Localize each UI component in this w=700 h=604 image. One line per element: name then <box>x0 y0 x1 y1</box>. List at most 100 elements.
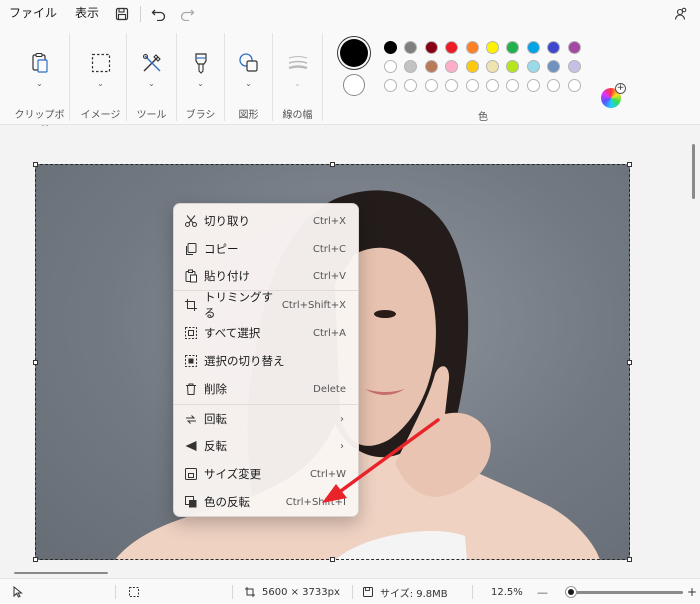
share-settings-icon[interactable] <box>666 0 694 27</box>
color-swatch[interactable] <box>526 41 540 54</box>
color-swatch[interactable] <box>547 60 561 73</box>
color-swatch[interactable] <box>506 41 520 54</box>
color-swatch[interactable] <box>567 41 581 54</box>
chevron-down-icon[interactable]: ⌄ <box>97 79 104 88</box>
line-width-icon[interactable] <box>286 51 310 75</box>
color-swatch[interactable] <box>526 60 540 73</box>
shapes-group[interactable]: ⌄ 図形 <box>225 33 273 121</box>
resize-handle[interactable] <box>33 557 38 562</box>
chevron-down-icon[interactable]: ⌄ <box>148 79 155 88</box>
shortcut-text: Ctrl+C <box>312 243 346 255</box>
crop-icon <box>178 298 204 312</box>
redo-icon[interactable] <box>173 0 201 27</box>
color-swatch[interactable] <box>384 79 397 92</box>
canvas-size-icon <box>245 587 255 597</box>
select-all-icon <box>178 326 204 340</box>
context-menu-item-label: 回転 <box>204 412 227 426</box>
horizontal-scrollbar[interactable] <box>14 572 108 574</box>
color-swatch[interactable] <box>404 41 418 54</box>
image-group[interactable]: ⌄ イメージ <box>75 33 127 121</box>
context-menu-item[interactable]: コピー Ctrl+C <box>178 236 354 262</box>
context-menu-item[interactable]: サイズ変更 Ctrl+W <box>178 461 354 487</box>
clipboard-group[interactable]: ⌄ クリップボード <box>10 33 70 136</box>
context-menu-item[interactable]: トリミングする Ctrl+Shift+X <box>178 290 354 320</box>
color-swatch[interactable] <box>567 79 581 92</box>
vertical-scrollbar[interactable] <box>692 144 695 199</box>
shortcut-text: Ctrl+Shift+X <box>281 299 346 311</box>
line-width-group[interactable]: ⌄ 線の幅 <box>273 33 323 121</box>
context-menu-item[interactable]: 貼り付け Ctrl+V <box>178 263 354 289</box>
zoom-level[interactable]: 12.5% <box>491 579 523 604</box>
tools-group[interactable]: ⌄ ツール <box>127 33 177 121</box>
color-swatch[interactable] <box>567 60 581 73</box>
zoom-in-button[interactable]: + <box>687 579 697 604</box>
undo-icon[interactable] <box>145 0 173 27</box>
color-swatch[interactable] <box>547 41 561 54</box>
zoom-slider[interactable] <box>565 591 683 594</box>
context-menu-item[interactable]: 反転 › <box>178 433 354 459</box>
menu-view[interactable]: 表示 <box>66 0 108 27</box>
line-width-label: 線の幅 <box>282 110 313 121</box>
pointer-icon <box>12 579 24 604</box>
brush-group[interactable]: ⌄ ブラシ <box>177 33 225 121</box>
status-divider <box>472 585 473 599</box>
color-swatch[interactable] <box>465 41 479 54</box>
secondary-color-swatch[interactable] <box>343 74 365 96</box>
tools-label: ツール <box>136 110 167 121</box>
color-swatch[interactable] <box>485 60 499 73</box>
primary-color-swatch[interactable] <box>340 39 368 67</box>
context-menu-item[interactable]: 選択の切り替え <box>178 348 354 374</box>
color-swatch[interactable] <box>445 60 459 73</box>
brush-icon[interactable] <box>189 51 213 75</box>
context-menu-item[interactable]: 削除 Delete <box>178 376 354 402</box>
status-divider <box>115 585 116 599</box>
selection-icon[interactable] <box>89 51 113 75</box>
chevron-down-icon[interactable]: ⌄ <box>245 79 252 88</box>
file-size: サイズ: 9.8MB <box>362 579 448 604</box>
tools-icon[interactable] <box>140 51 164 75</box>
chevron-down-icon[interactable]: ⌄ <box>36 79 43 88</box>
color-swatch[interactable] <box>485 79 499 92</box>
shapes-icon[interactable] <box>237 51 261 75</box>
color-swatch[interactable] <box>506 60 520 73</box>
resize-handle[interactable] <box>627 557 632 562</box>
save-icon[interactable] <box>108 0 136 27</box>
context-menu-item-label: 選択の切り替え <box>204 354 285 368</box>
edit-colors-button[interactable]: + <box>601 83 626 108</box>
color-swatch[interactable] <box>465 79 479 92</box>
context-menu-item[interactable]: 回転 › <box>178 406 354 432</box>
color-swatch[interactable] <box>445 79 459 92</box>
resize-handle[interactable] <box>33 360 38 365</box>
color-swatch[interactable] <box>404 60 418 73</box>
context-menu-item[interactable]: すべて選択 Ctrl+A <box>178 320 354 346</box>
status-divider <box>232 585 233 599</box>
save-icon <box>363 587 373 597</box>
color-swatch[interactable] <box>465 60 479 73</box>
resize-handle[interactable] <box>330 557 335 562</box>
color-swatch[interactable] <box>445 41 459 54</box>
color-swatch[interactable] <box>506 79 520 92</box>
color-swatch[interactable] <box>384 60 397 73</box>
zoom-out-button[interactable]: — <box>537 579 548 604</box>
resize-handle[interactable] <box>33 162 38 167</box>
context-menu-item[interactable]: 切り取り Ctrl+X <box>178 208 354 234</box>
context-menu-item[interactable]: 色の反転 Ctrl+Shift+I <box>178 489 354 515</box>
color-swatch[interactable] <box>424 79 438 92</box>
color-swatch[interactable] <box>424 41 438 54</box>
menu-file[interactable]: ファイル <box>0 0 66 27</box>
color-swatch[interactable] <box>404 79 418 92</box>
context-menu-item-label: コピー <box>204 242 239 256</box>
zoom-slider-thumb[interactable] <box>564 586 577 598</box>
color-swatch[interactable] <box>547 79 561 92</box>
color-swatch[interactable] <box>384 41 397 54</box>
chevron-down-icon[interactable]: ⌄ <box>197 79 204 88</box>
resize-handle[interactable] <box>627 360 632 365</box>
color-swatch[interactable] <box>424 60 438 73</box>
resize-handle[interactable] <box>330 162 335 167</box>
copy-icon <box>178 242 204 256</box>
resize-handle[interactable] <box>627 162 632 167</box>
clipboard-icon[interactable] <box>28 51 52 75</box>
rotate-icon <box>178 412 204 426</box>
color-swatch[interactable] <box>526 79 540 92</box>
color-swatch[interactable] <box>485 41 499 54</box>
